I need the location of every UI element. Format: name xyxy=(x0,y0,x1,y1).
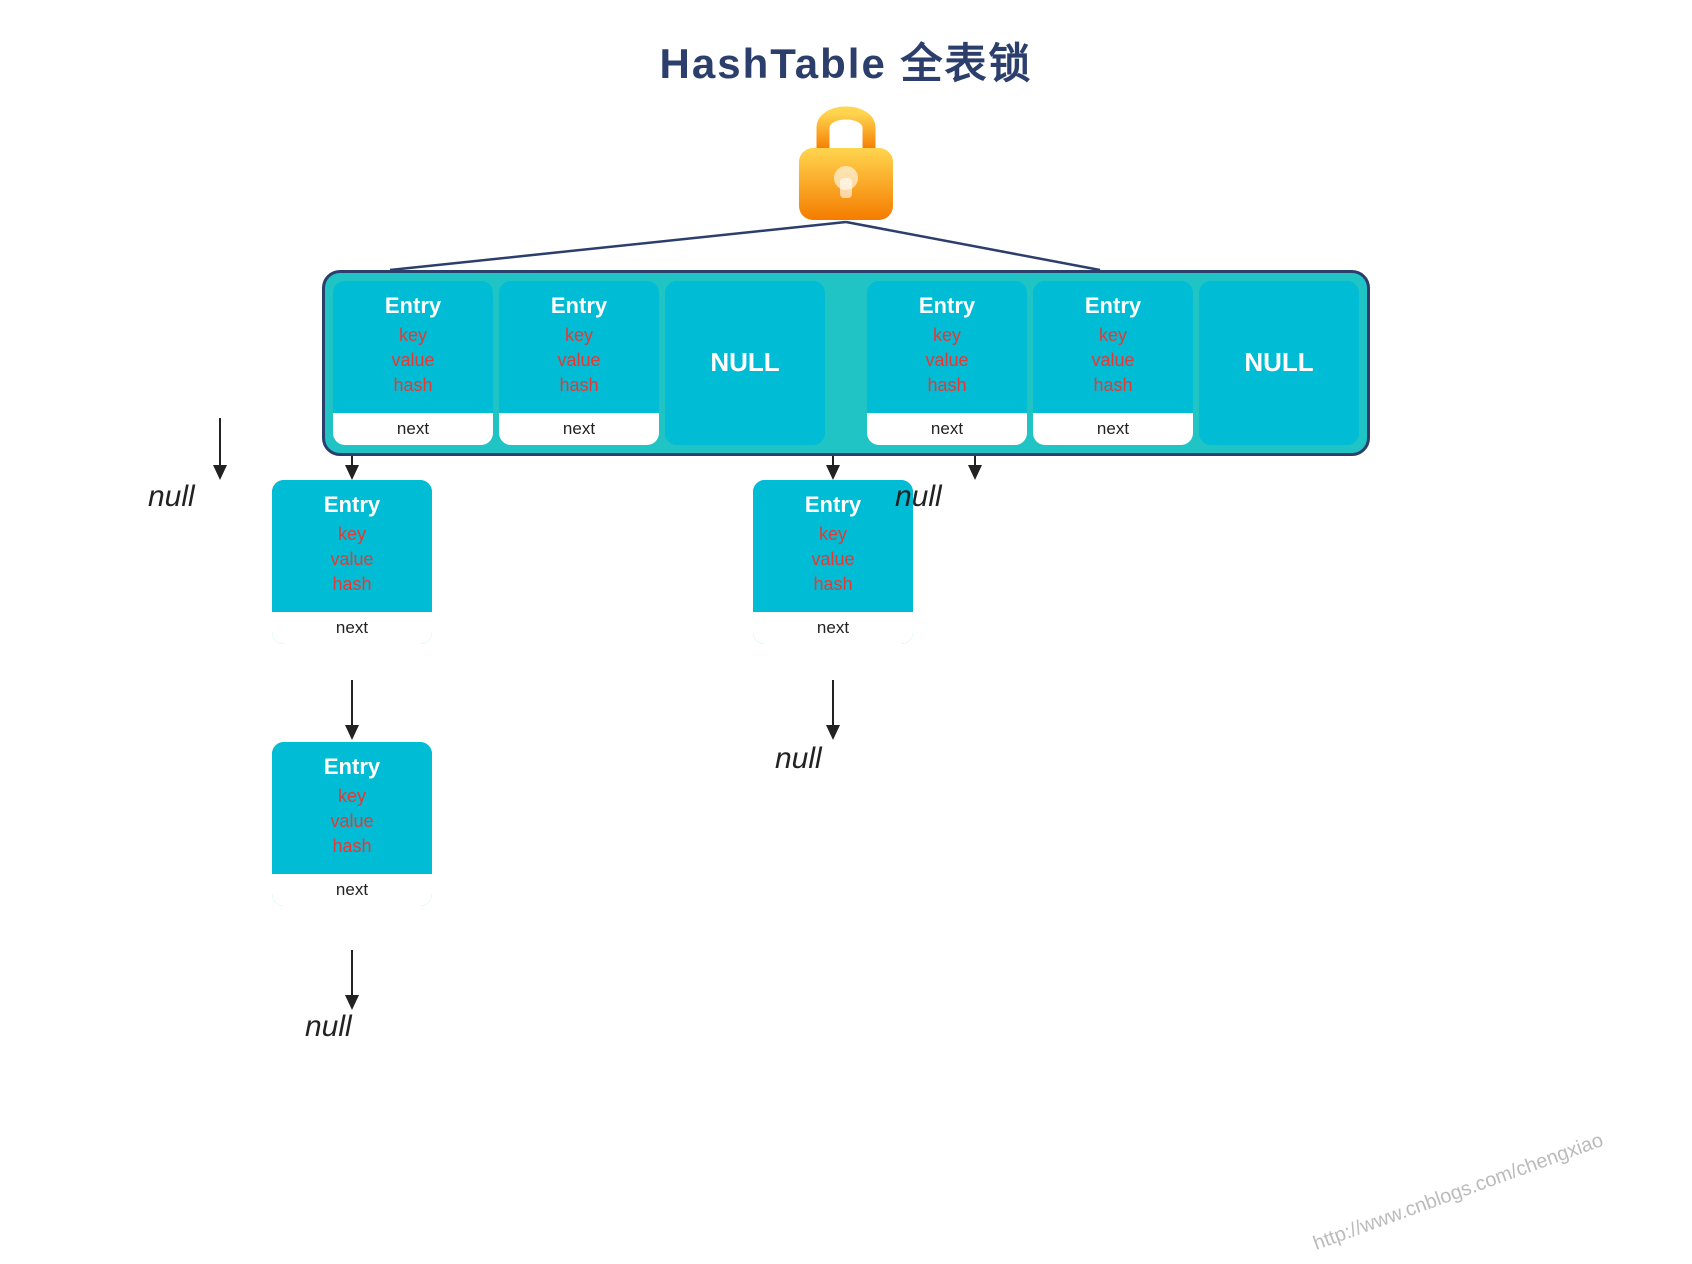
entry-cell-3: Entry key value hash next xyxy=(867,281,1027,445)
null-cell-1: NULL xyxy=(1199,281,1359,445)
null-text-col4: null xyxy=(895,480,942,514)
entry-cell-1: Entry key value hash next xyxy=(499,281,659,445)
hashtable-row1: Entry key value hash next Entry key valu… xyxy=(322,270,1370,456)
lock-icon xyxy=(781,80,911,230)
null-text-col3-l2: null xyxy=(775,742,822,776)
entry-cell-col3-l2: Entry key value hash next xyxy=(753,480,913,644)
entry-cell-4: Entry key value hash next xyxy=(1033,281,1193,445)
watermark: http://www.cnblogs.com/chengxiao xyxy=(1310,1129,1606,1256)
entry-cell-col1-l3: Entry key value hash next xyxy=(272,742,432,906)
entry-cell-0: Entry key value hash next xyxy=(333,281,493,445)
page-title: HashTable 全表锁 xyxy=(0,0,1692,91)
entry-cell-col1-l2: Entry key value hash next xyxy=(272,480,432,644)
null-cell-0: NULL xyxy=(665,281,825,445)
null-text-col0: null xyxy=(148,480,195,514)
null-text-col1-l3: null xyxy=(305,1010,352,1044)
